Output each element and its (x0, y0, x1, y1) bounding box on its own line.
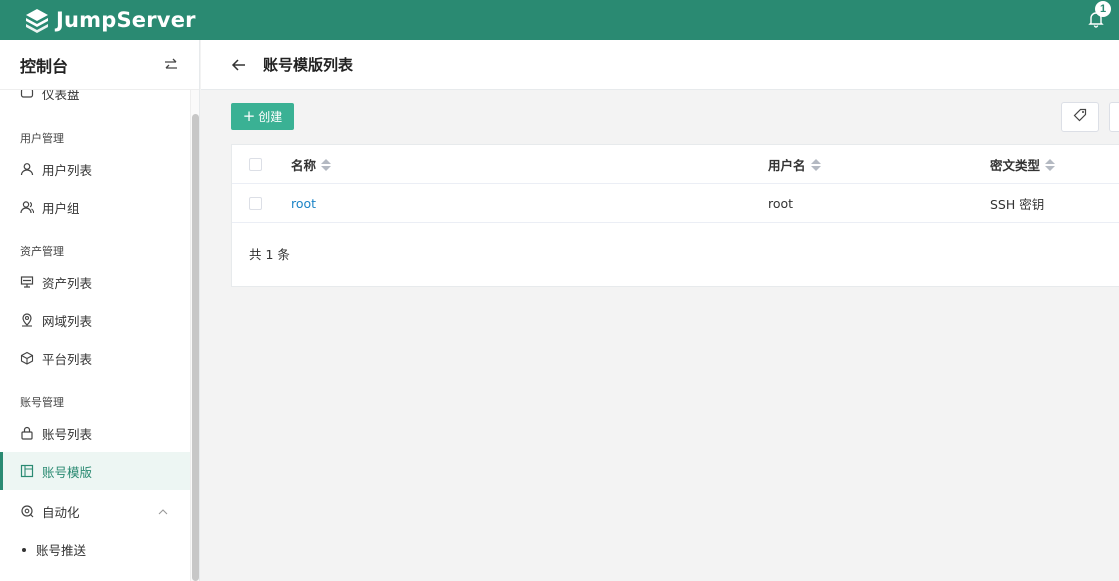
sidebar-item-asset-list[interactable]: 资产列表 (0, 263, 190, 301)
sidebar-subitem-account-push[interactable]: 账号推送 (22, 540, 86, 559)
sidebar-item-label: 网域列表 (42, 313, 93, 329)
row-checkbox[interactable] (249, 197, 262, 210)
group-label-asset-mgmt: 资产管理 (20, 245, 64, 258)
back-arrow-icon[interactable] (231, 57, 247, 73)
row-secret-type: SSH 密钥 (990, 197, 1045, 212)
sidebar-item-label: 用户列表 (42, 162, 93, 178)
tag-icon (1073, 108, 1087, 126)
sidebar-header: 控制台 (0, 40, 199, 90)
create-button-label: 创建 (258, 110, 283, 124)
page-header: 账号模版列表 (201, 40, 1119, 90)
sidebar-item-platform-list[interactable]: 平台列表 (0, 339, 190, 377)
sidebar-item-label: 用户组 (42, 200, 80, 216)
sidebar-item-label: 账号模版 (42, 464, 93, 480)
sidebar-item-user-group[interactable]: 用户组 (0, 188, 190, 226)
server-icon (20, 275, 34, 289)
sort-icon[interactable] (1045, 158, 1056, 171)
dashboard-icon (20, 90, 34, 100)
column-header-secret-type[interactable]: 密文类型 (990, 145, 1056, 184)
sidebar-item-dashboard[interactable]: 仪表盘 (0, 90, 190, 112)
brand-name: JumpServer (56, 8, 196, 32)
row-name-link[interactable]: root (291, 184, 316, 223)
sidebar: 控制台 仪表盘 用户管理 用户列表 用户组 资产管理 资产列表 网域列表 平台列… (0, 40, 200, 581)
sidebar-subitem-label: 账号推送 (36, 543, 87, 558)
sidebar-item-label: 平台列表 (42, 351, 93, 367)
bullet-icon (22, 547, 26, 552)
switch-icon[interactable] (163, 57, 179, 73)
sidebar-scrollbar-thumb[interactable] (192, 114, 199, 581)
column-header-label: 用户名 (768, 158, 806, 173)
sidebar-item-label: 资产列表 (42, 275, 93, 291)
column-header-name[interactable]: 名称 (291, 145, 332, 184)
column-header-username[interactable]: 用户名 (768, 145, 821, 184)
group-label-account-mgmt: 账号管理 (20, 396, 64, 409)
location-icon (20, 313, 34, 327)
sort-icon[interactable] (810, 158, 821, 171)
sidebar-menu: 仪表盘 用户管理 用户列表 用户组 资产管理 资产列表 网域列表 平台列表 账号… (0, 90, 190, 581)
chevron-up-icon[interactable] (158, 506, 168, 516)
sidebar-item-account-list[interactable]: 账号列表 (0, 414, 190, 452)
row-select-cell (249, 184, 262, 223)
table-card: 名称 用户名 密文类型 root root SSH 密钥 共 1 条 (231, 144, 1119, 287)
column-header-label: 密文类型 (990, 158, 1041, 173)
users-icon (20, 200, 34, 214)
top-navbar: JumpServer 1 (0, 0, 1119, 40)
lock-icon (20, 426, 34, 440)
notification-badge: 1 (1095, 1, 1111, 17)
page-title: 账号模版列表 (263, 56, 354, 74)
automation-icon (20, 504, 34, 518)
sidebar-title: 控制台 (20, 56, 69, 76)
table-row[interactable]: root root SSH 密钥 (232, 184, 1119, 223)
template-icon (20, 464, 34, 478)
pagination-total: 共 1 条 (249, 247, 290, 262)
toolbar-extra-button[interactable] (1109, 102, 1119, 132)
logo-icon (24, 7, 50, 33)
sidebar-item-label: 账号列表 (42, 426, 93, 442)
select-all-cell (249, 145, 262, 184)
column-header-label: 名称 (291, 158, 317, 173)
group-label-user-mgmt: 用户管理 (20, 132, 64, 145)
brand-logo[interactable]: JumpServer (24, 7, 196, 33)
row-username: root (768, 196, 794, 211)
create-button[interactable]: + 创建 (231, 103, 294, 130)
table-header: 名称 用户名 密文类型 (232, 145, 1119, 184)
sidebar-item-domain-list[interactable]: 网域列表 (0, 301, 190, 339)
tag-filter-button[interactable] (1061, 102, 1099, 132)
sidebar-item-user-list[interactable]: 用户列表 (0, 150, 190, 188)
sidebar-item-account-template[interactable]: 账号模版 (0, 452, 190, 490)
plus-icon: + (242, 107, 256, 125)
select-all-checkbox[interactable] (249, 158, 262, 171)
user-icon (20, 162, 34, 176)
cube-icon (20, 351, 34, 365)
sidebar-item-label: 仪表盘 (42, 90, 80, 102)
sort-icon[interactable] (321, 158, 332, 171)
sidebar-item-label: 自动化 (42, 504, 80, 520)
